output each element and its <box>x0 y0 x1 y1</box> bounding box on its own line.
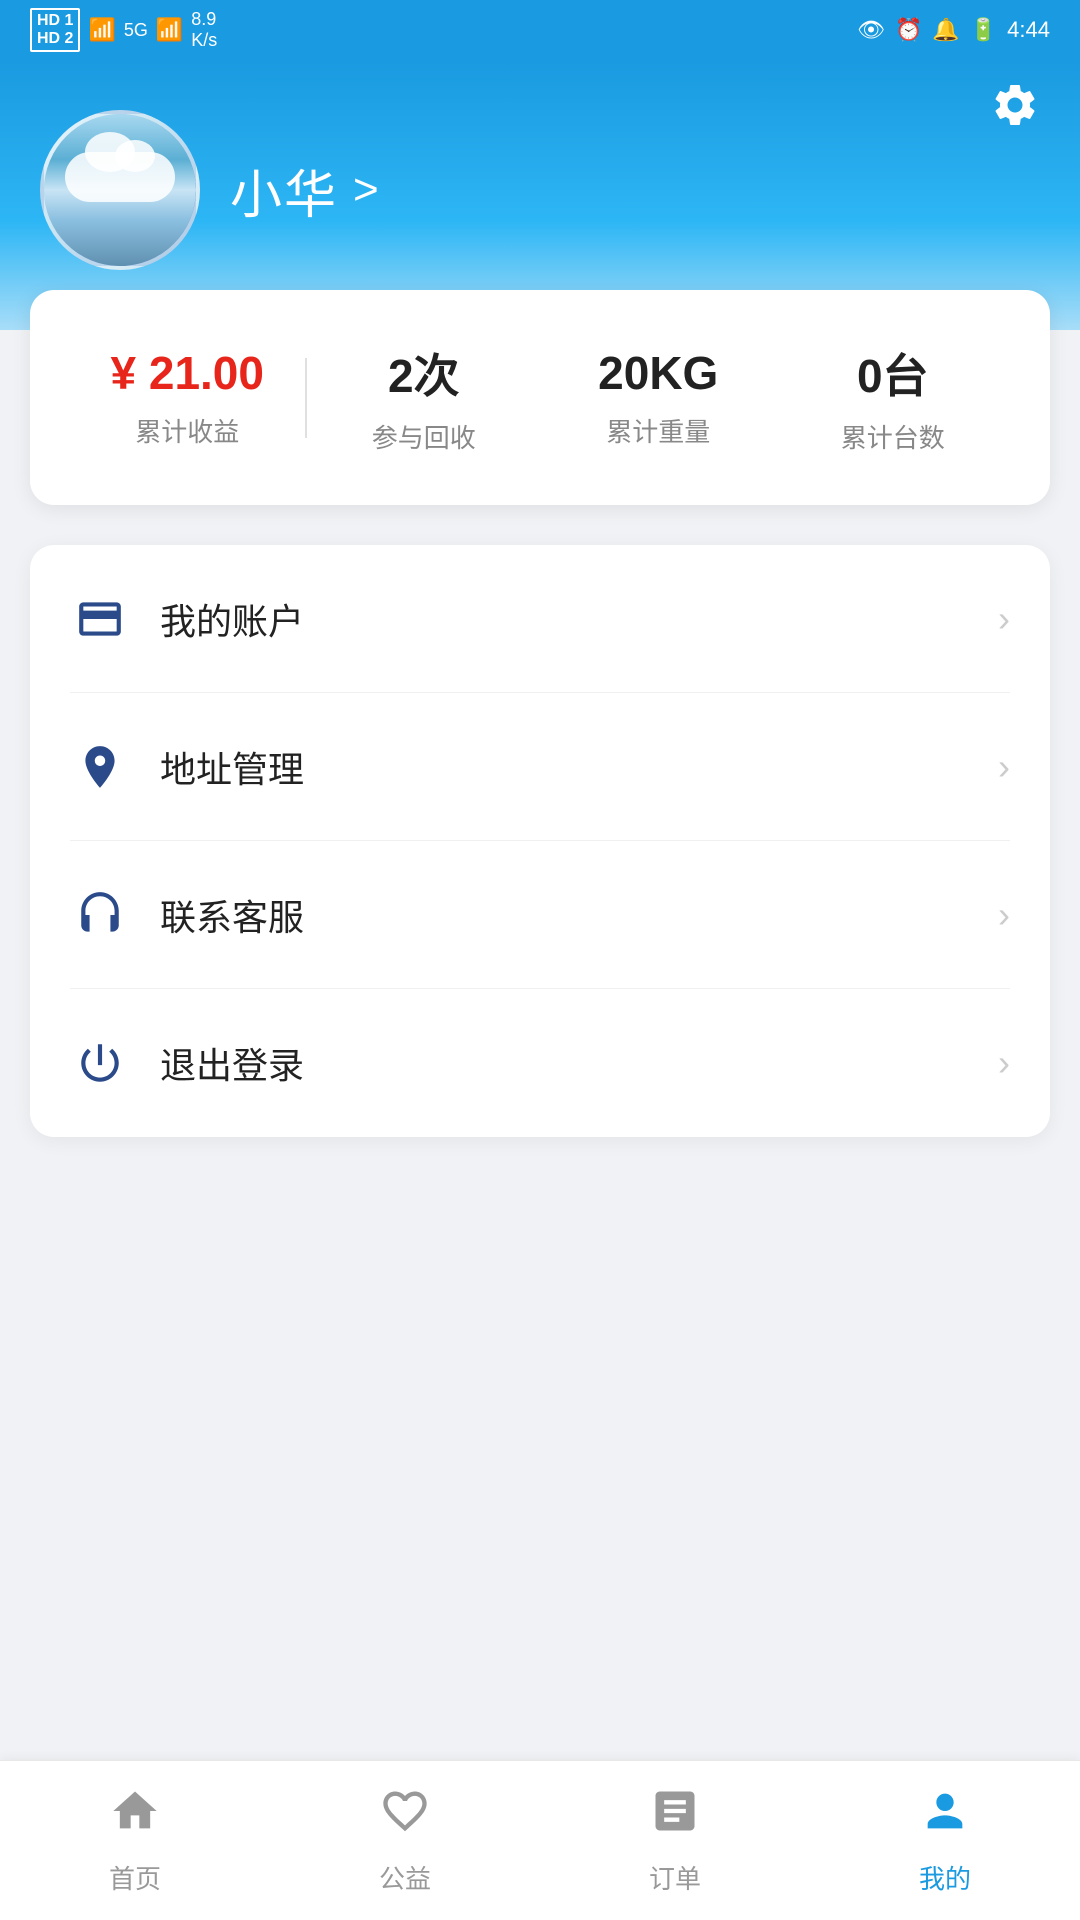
address-arrow-icon: › <box>998 746 1010 788</box>
nav-item-profile[interactable]: 我的 <box>810 1775 1080 1906</box>
account-arrow-icon: › <box>998 598 1010 640</box>
home-nav-label: 首页 <box>109 1859 161 1896</box>
devices-stat: 0台 累计台数 <box>776 340 1011 455</box>
charity-icon <box>379 1785 431 1849</box>
recycle-count-label: 参与回收 <box>372 423 476 453</box>
profile-row[interactable]: 小华 > <box>40 110 1040 270</box>
orders-icon <box>649 1785 701 1849</box>
time-display: 4:44 <box>1007 17 1050 43</box>
address-label: 地址管理 <box>160 741 998 793</box>
weight-label: 累计重量 <box>606 417 710 447</box>
profile-nav-icon <box>919 1785 971 1849</box>
username-text: 小华 <box>230 153 338 228</box>
username-row[interactable]: 小华 > <box>230 153 379 228</box>
earnings-stat: ¥ 21.00 累计收益 <box>70 346 305 449</box>
speed-indicator: 8.9K/s <box>191 9 217 51</box>
signal-4g: 📶 <box>88 17 115 43</box>
weight-stat: 20KG 累计重量 <box>541 346 776 449</box>
profile-chevron-icon: > <box>353 165 379 215</box>
card-icon <box>70 589 130 649</box>
devices-value: 0台 <box>776 340 1011 406</box>
status-right: 👁 ⏰ 🔔 🔋 4:44 <box>857 17 1050 43</box>
location-icon <box>70 737 130 797</box>
nav-item-charity[interactable]: 公益 <box>270 1775 540 1906</box>
service-label: 联系客服 <box>160 889 998 941</box>
recycle-count-stat: 2次 参与回收 <box>307 340 542 455</box>
headset-icon <box>70 885 130 945</box>
power-icon <box>70 1033 130 1093</box>
bottom-nav: 首页 公益 订单 我的 <box>0 1760 1080 1920</box>
service-arrow-icon: › <box>998 894 1010 936</box>
menu-item-logout[interactable]: 退出登录 › <box>30 989 1050 1137</box>
menu-card: 我的账户 › 地址管理 › 联系客服 › 退出登录 › <box>30 545 1050 1137</box>
hd-label: HD 1HD 2 <box>30 8 80 52</box>
menu-item-address[interactable]: 地址管理 › <box>30 693 1050 841</box>
menu-item-account[interactable]: 我的账户 › <box>30 545 1050 693</box>
status-left: HD 1HD 2 📶 5G 📶 8.9K/s <box>30 8 217 52</box>
earnings-value: ¥ 21.00 <box>70 346 305 400</box>
signal-5g: 5G <box>124 20 148 41</box>
account-label: 我的账户 <box>160 593 998 645</box>
wifi-icon: 📶 <box>156 17 183 43</box>
weight-value: 20KG <box>541 346 776 400</box>
home-icon <box>109 1785 161 1849</box>
eye-icon: 👁 <box>857 17 885 43</box>
logout-arrow-icon: › <box>998 1042 1010 1084</box>
avatar[interactable] <box>40 110 200 270</box>
orders-nav-label: 订单 <box>649 1859 701 1896</box>
logout-label: 退出登录 <box>160 1037 998 1089</box>
notification-icon: 🔔 <box>932 17 959 43</box>
status-bar: HD 1HD 2 📶 5G 📶 8.9K/s 👁 ⏰ 🔔 🔋 4:44 <box>0 0 1080 60</box>
nav-item-home[interactable]: 首页 <box>0 1775 270 1906</box>
nav-item-orders[interactable]: 订单 <box>540 1775 810 1906</box>
earnings-label: 累计收益 <box>135 417 239 447</box>
alarm-icon: ⏰ <box>895 17 922 43</box>
recycle-count-value: 2次 <box>307 340 542 406</box>
charity-nav-label: 公益 <box>379 1859 431 1896</box>
profile-nav-label: 我的 <box>919 1859 971 1896</box>
devices-label: 累计台数 <box>841 423 945 453</box>
stats-card: ¥ 21.00 累计收益 2次 参与回收 20KG 累计重量 0台 累计台数 <box>30 290 1050 505</box>
battery-icon: 🔋 <box>970 17 997 43</box>
menu-item-service[interactable]: 联系客服 › <box>30 841 1050 989</box>
settings-button[interactable] <box>990 80 1040 142</box>
